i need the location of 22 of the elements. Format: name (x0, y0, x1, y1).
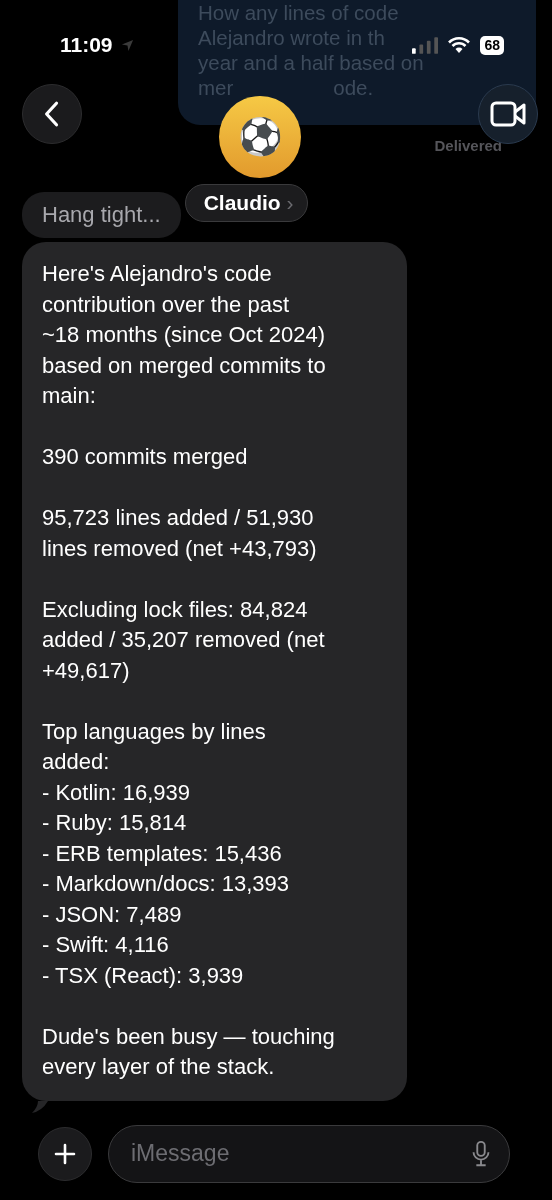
contact-name-button[interactable]: Claudio › (184, 184, 309, 222)
back-icon (43, 100, 61, 128)
message-text: Top languages by lines added: - Kotlin: 16,939 - Ruby: 15,814 - ERB templates: 15,436 - Markdown/docs: 13,393 - JSON: 7,489 - Swift: 4,116 - TSX (React): 3,939 (42, 717, 291, 990)
wifi-icon (447, 36, 472, 54)
status-time: 11:09 (60, 33, 113, 57)
avatar-emoji: ⚽ (237, 117, 283, 157)
message-text: Dude's been busy — touching every layer of the stack. (42, 1022, 336, 1081)
message-text: 390 commits merged (42, 443, 249, 471)
typing-text: Hang tight... (42, 202, 161, 227)
add-button[interactable] (38, 1126, 92, 1181)
contact-avatar[interactable]: ⚽ (219, 96, 301, 178)
video-camera-icon (490, 101, 526, 127)
message-text: Excluding lock files: 84,824 added / 35,207 removed (net +49,617) (42, 595, 326, 685)
microphone-icon (471, 1139, 491, 1168)
message-text: 95,723 lines added / 51,930 lines removed (net +43,793) (42, 504, 318, 563)
delivery-status: Delivered (434, 137, 502, 154)
message-text: Here's Alejandro's code contribution over the past ~18 months (since Oct 2024) based on merged commits to main: (42, 260, 327, 410)
signal-icon (412, 36, 439, 54)
message-field[interactable]: iMessage (108, 1124, 510, 1183)
plus-icon (53, 1141, 77, 1166)
message-input-field[interactable]: iMessage (131, 1140, 471, 1167)
location-icon (120, 38, 134, 52)
